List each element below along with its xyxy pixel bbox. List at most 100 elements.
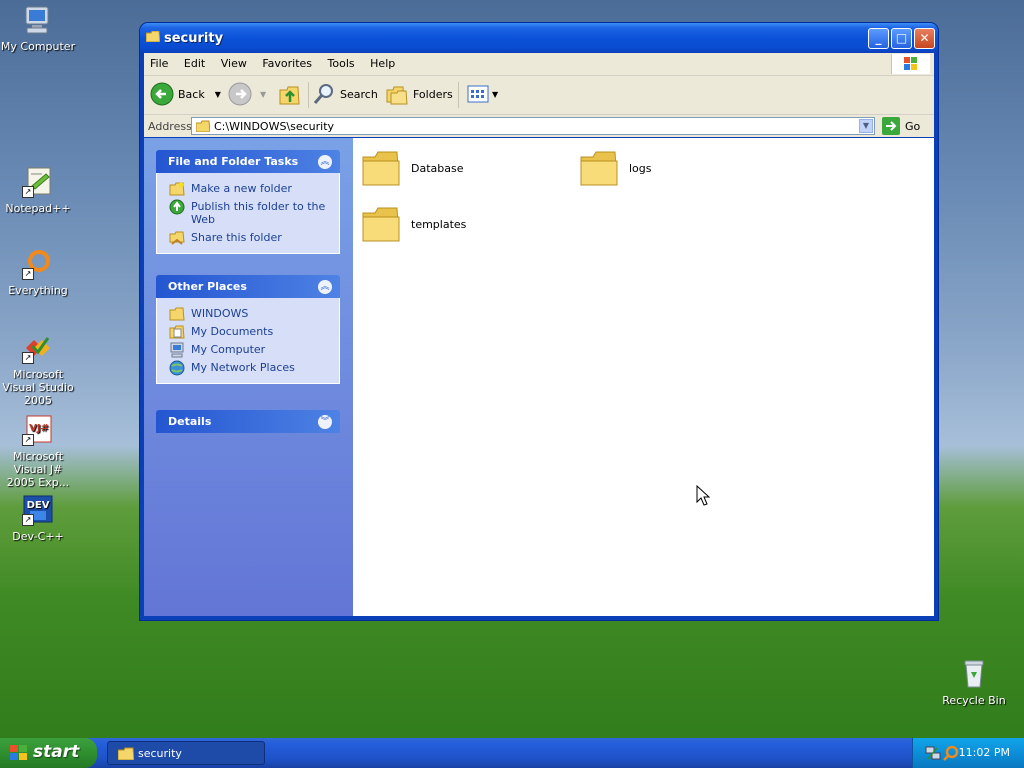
folder-icon [146, 31, 160, 42]
taskbar: start security 11:02 PM [0, 738, 1024, 768]
address-input[interactable]: C:\WINDOWS\security ▼ [191, 117, 875, 135]
go-arrow-icon [882, 117, 900, 135]
close-button[interactable]: ✕ [914, 28, 935, 49]
panel-body: Make a new folder Publish this folder to… [156, 173, 340, 254]
desktop-icon-my-computer[interactable]: My Computer [0, 4, 78, 53]
share-folder-icon [169, 231, 185, 245]
search-button[interactable]: Search [312, 80, 378, 108]
back-dropdown-icon[interactable]: ▼ [215, 90, 221, 99]
address-label: Address [148, 120, 192, 133]
desktop-icon-visual-studio[interactable]: ↗ Microsoft Visual Studio 2005 [0, 332, 78, 407]
folder-icon [196, 120, 210, 132]
views-icon [467, 85, 489, 103]
window-content: File and Folder Tasks ︽ Make a new folde… [144, 138, 934, 616]
start-label: start [33, 742, 80, 762]
taskbar-window-button[interactable]: security [107, 741, 265, 765]
task-publish-to-web[interactable]: Publish this folder to the Web [157, 198, 339, 229]
everything-tray-icon[interactable] [943, 745, 959, 761]
place-windows[interactable]: WINDOWS [157, 305, 339, 323]
everything-icon: ↗ [22, 248, 54, 280]
folder-icon [169, 307, 185, 321]
network-tray-icon[interactable] [925, 745, 941, 761]
window-title: security [164, 31, 224, 46]
task-label: Make a new folder [191, 182, 292, 195]
up-folder-button[interactable] [278, 80, 302, 108]
panel-body: WINDOWS My Documents My Computer My Netw… [156, 298, 340, 384]
address-value: C:\WINDOWS\security [214, 120, 335, 133]
panel-header[interactable]: Details ︾ [156, 410, 340, 433]
back-arrow-icon [150, 82, 174, 106]
views-button[interactable]: ▼ [466, 80, 498, 108]
views-dropdown-icon: ▼ [492, 89, 499, 99]
folder-item[interactable]: templates [361, 205, 466, 243]
collapse-chevron-icon[interactable]: ︽ [318, 155, 332, 169]
desktop-icon-label: My Computer [0, 40, 76, 53]
folder-name: templates [411, 217, 467, 231]
panel-title: File and Folder Tasks [168, 155, 299, 168]
menu-bar: File Edit View Favorites Tools Help [144, 53, 934, 76]
shortcut-arrow-icon: ↗ [22, 434, 34, 446]
title-bar[interactable]: security _ □ ✕ [140, 23, 938, 53]
panel-header[interactable]: Other Places ︽ [156, 275, 340, 298]
desktop-icon-devcpp[interactable]: DEV ↗ Dev-C++ [0, 494, 78, 543]
desktop-icon-recycle-bin[interactable]: Recycle Bin [934, 658, 1014, 707]
place-label: My Computer [191, 343, 266, 356]
file-list: Database logs templates [353, 138, 934, 616]
start-button[interactable]: start [0, 738, 97, 768]
menu-favorites[interactable]: Favorites [256, 53, 318, 70]
shortcut-arrow-icon: ↗ [22, 186, 34, 198]
address-dropdown-button[interactable]: ▼ [859, 119, 873, 133]
back-button[interactable]: Back ▼ [150, 80, 221, 108]
forward-arrow-icon [228, 82, 252, 106]
address-bar: Address C:\WINDOWS\security ▼ Go [144, 115, 934, 137]
other-places-panel: Other Places ︽ WINDOWS My Documents My C… [156, 275, 340, 384]
menu-tools[interactable]: Tools [322, 53, 361, 70]
expand-chevron-icon[interactable]: ︾ [318, 415, 332, 429]
desktop-icon-everything[interactable]: ↗ Everything [0, 248, 78, 297]
details-panel: Details ︾ [156, 410, 340, 433]
folder-item[interactable]: logs [579, 149, 652, 187]
publish-web-icon [169, 199, 185, 215]
new-folder-icon [169, 182, 185, 196]
menu-edit[interactable]: Edit [178, 53, 211, 70]
folder-name: logs [629, 161, 652, 175]
go-button[interactable]: Go [882, 117, 920, 135]
windows-logo-icon [891, 54, 930, 74]
dev-icon-text: DEV [27, 500, 50, 511]
folder-item[interactable]: Database [361, 149, 464, 187]
desktop-icon-label: Everything [8, 284, 68, 297]
go-label: Go [905, 119, 921, 133]
search-label: Search [340, 87, 378, 101]
folder-icon [362, 207, 400, 242]
task-pane: File and Folder Tasks ︽ Make a new folde… [144, 138, 353, 616]
toolbar-separator [308, 82, 309, 108]
my-computer-icon [170, 342, 184, 358]
up-folder-icon [279, 86, 300, 105]
forward-button[interactable]: ▼ [228, 80, 266, 108]
menu-help[interactable]: Help [364, 53, 401, 70]
forward-dropdown-icon: ▼ [260, 89, 267, 99]
my-documents-icon [169, 325, 185, 339]
menu-file[interactable]: File [144, 53, 174, 70]
task-make-new-folder[interactable]: Make a new folder [157, 180, 339, 198]
maximize-button[interactable]: □ [891, 28, 912, 49]
collapse-chevron-icon[interactable]: ︽ [318, 280, 332, 294]
mouse-cursor-icon [696, 485, 710, 506]
place-my-network-places[interactable]: My Network Places [157, 359, 339, 377]
desktop-icon-label: Microsoft Visual Studio 2005 [2, 368, 74, 407]
minimize-button[interactable]: _ [868, 28, 889, 49]
task-share-folder[interactable]: Share this folder [157, 229, 339, 247]
system-tray: 11:02 PM [912, 738, 1024, 768]
place-my-computer[interactable]: My Computer [157, 341, 339, 359]
task-label: Publish this folder to the Web [191, 200, 326, 226]
desktop-icon-visual-jsharp[interactable]: VJ# ↗ Microsoft Visual J# 2005 Exp... [0, 414, 78, 489]
place-label: My Network Places [191, 361, 295, 374]
place-my-documents[interactable]: My Documents [157, 323, 339, 341]
task-label: Share this folder [191, 231, 282, 244]
folders-button[interactable]: Folders [385, 80, 453, 108]
desktop-icon-notepadpp[interactable]: ↗ Notepad++ [0, 166, 78, 215]
menu-view[interactable]: View [215, 53, 253, 70]
back-label: Back [178, 87, 205, 101]
clock[interactable]: 11:02 PM [959, 746, 1010, 759]
panel-header[interactable]: File and Folder Tasks ︽ [156, 150, 340, 173]
